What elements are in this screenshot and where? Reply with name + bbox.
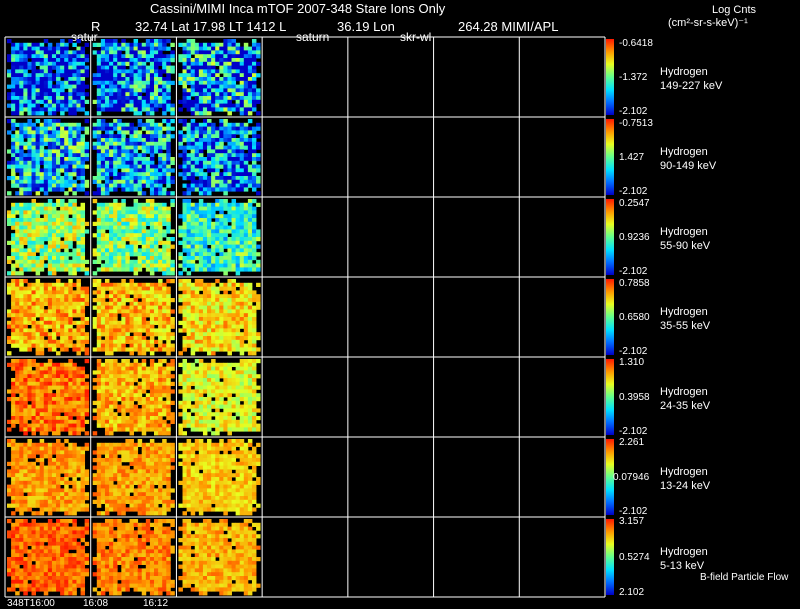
colorbar-4: [606, 359, 614, 435]
panel-3-energy: 35-55 keV: [660, 320, 711, 332]
panel-0-species: Hydrogen: [660, 66, 708, 78]
colorbar-1-max: -0.7513: [619, 118, 653, 129]
colorbar-3-min: -2.102: [619, 346, 648, 357]
panel-4-species: Hydrogen: [660, 386, 708, 398]
colorbar-6: [606, 519, 614, 595]
panel-3-species: Hydrogen: [660, 306, 708, 318]
colorbar-0: [606, 39, 614, 115]
colorbar-3-max: 0.7858: [619, 278, 650, 289]
colorbar-2-mid: 0.9236: [619, 232, 650, 243]
colorbar-4-mid: 0.3958: [619, 392, 650, 403]
bfield-particle-flow-note: B-field Particle Flow: [700, 572, 789, 583]
colorbar-6-mid: 0.5274: [619, 552, 650, 563]
colorbar-5-mid: 0.07946: [613, 472, 650, 483]
panel-4-energy: 24-35 keV: [660, 400, 711, 412]
panel-5-species: Hydrogen: [660, 466, 708, 478]
colorbar-2-max: 0.2547: [619, 198, 650, 209]
panel-0-energy: 149-227 keV: [660, 80, 723, 92]
colorbar-1: [606, 119, 614, 195]
colorbar-0-max: -0.6418: [619, 38, 653, 49]
colorbar-0-min: -2.102: [619, 106, 648, 117]
colorbar-6-min: 2.102: [619, 587, 645, 598]
panel-6-energy: 5-13 keV: [660, 560, 705, 572]
colorbar-4-max: 1.310: [619, 357, 645, 368]
colorbar-6-max: 3.157: [619, 516, 645, 527]
colorbar-1-mid: 1.427: [619, 152, 645, 163]
time-label-2: 16:08: [83, 598, 109, 609]
colorbar-5-max: 2.261: [619, 437, 645, 448]
panel-2-energy: 55-90 keV: [660, 240, 711, 252]
colorbar-0-mid: -1.372: [619, 72, 648, 83]
colorbar-2: [606, 199, 614, 275]
time-label-3: 16:12: [143, 598, 169, 609]
panel-6-species: Hydrogen: [660, 546, 708, 558]
colorbar-4-min: -2.102: [619, 426, 648, 437]
colorbar-1-min: -2.102: [619, 186, 648, 197]
colorbar-3-mid: 0.6580: [619, 312, 650, 323]
colorbar-3: [606, 279, 614, 355]
panel-2-species: Hydrogen: [660, 226, 708, 238]
panel-1-energy: 90-149 keV: [660, 160, 717, 172]
time-label-1: 348T16:00: [7, 598, 55, 609]
panel-5-energy: 13-24 keV: [660, 480, 711, 492]
panel-1-species: Hydrogen: [660, 146, 708, 158]
colorbar-2-min: -2.102: [619, 266, 648, 277]
